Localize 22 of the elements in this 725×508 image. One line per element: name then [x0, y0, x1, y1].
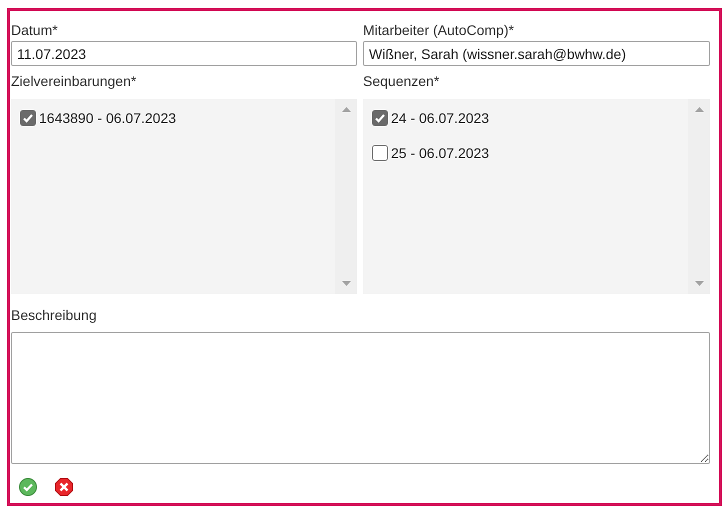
field-label: Sequenzen* [363, 72, 440, 91]
field-label: Beschreibung [11, 306, 98, 325]
scrollbar[interactable] [688, 99, 710, 294]
field-label: Mitarbeiter (AutoComp)* [363, 21, 515, 40]
text-field[interactable]: 11.07.2023 [11, 41, 357, 66]
scroll-down-icon[interactable] [342, 281, 350, 286]
scrollbar[interactable] [335, 99, 357, 294]
field-label: Zielvereinbarungen* [11, 72, 138, 91]
checkbox-label: 24 - 06.07.2023 [391, 110, 490, 126]
checkbox-label: 25 - 06.07.2023 [391, 144, 490, 160]
confirm-icon[interactable] [19, 478, 37, 496]
checkbox-label: 1643890 - 06.07.2023 [39, 110, 176, 126]
cancel-icon[interactable] [55, 478, 73, 496]
checkbox[interactable] [20, 110, 36, 126]
scroll-down-icon[interactable] [694, 281, 704, 286]
scroll-up-icon[interactable] [694, 107, 704, 112]
scroll-up-icon[interactable] [342, 107, 350, 112]
checkbox[interactable] [372, 144, 388, 160]
checkbox[interactable] [372, 110, 388, 126]
field-label: Datum* [11, 21, 59, 40]
text-field[interactable]: Wißner, Sarah (wissner.sarah@bwhw.de) [363, 41, 710, 66]
description-field[interactable] [11, 332, 710, 464]
